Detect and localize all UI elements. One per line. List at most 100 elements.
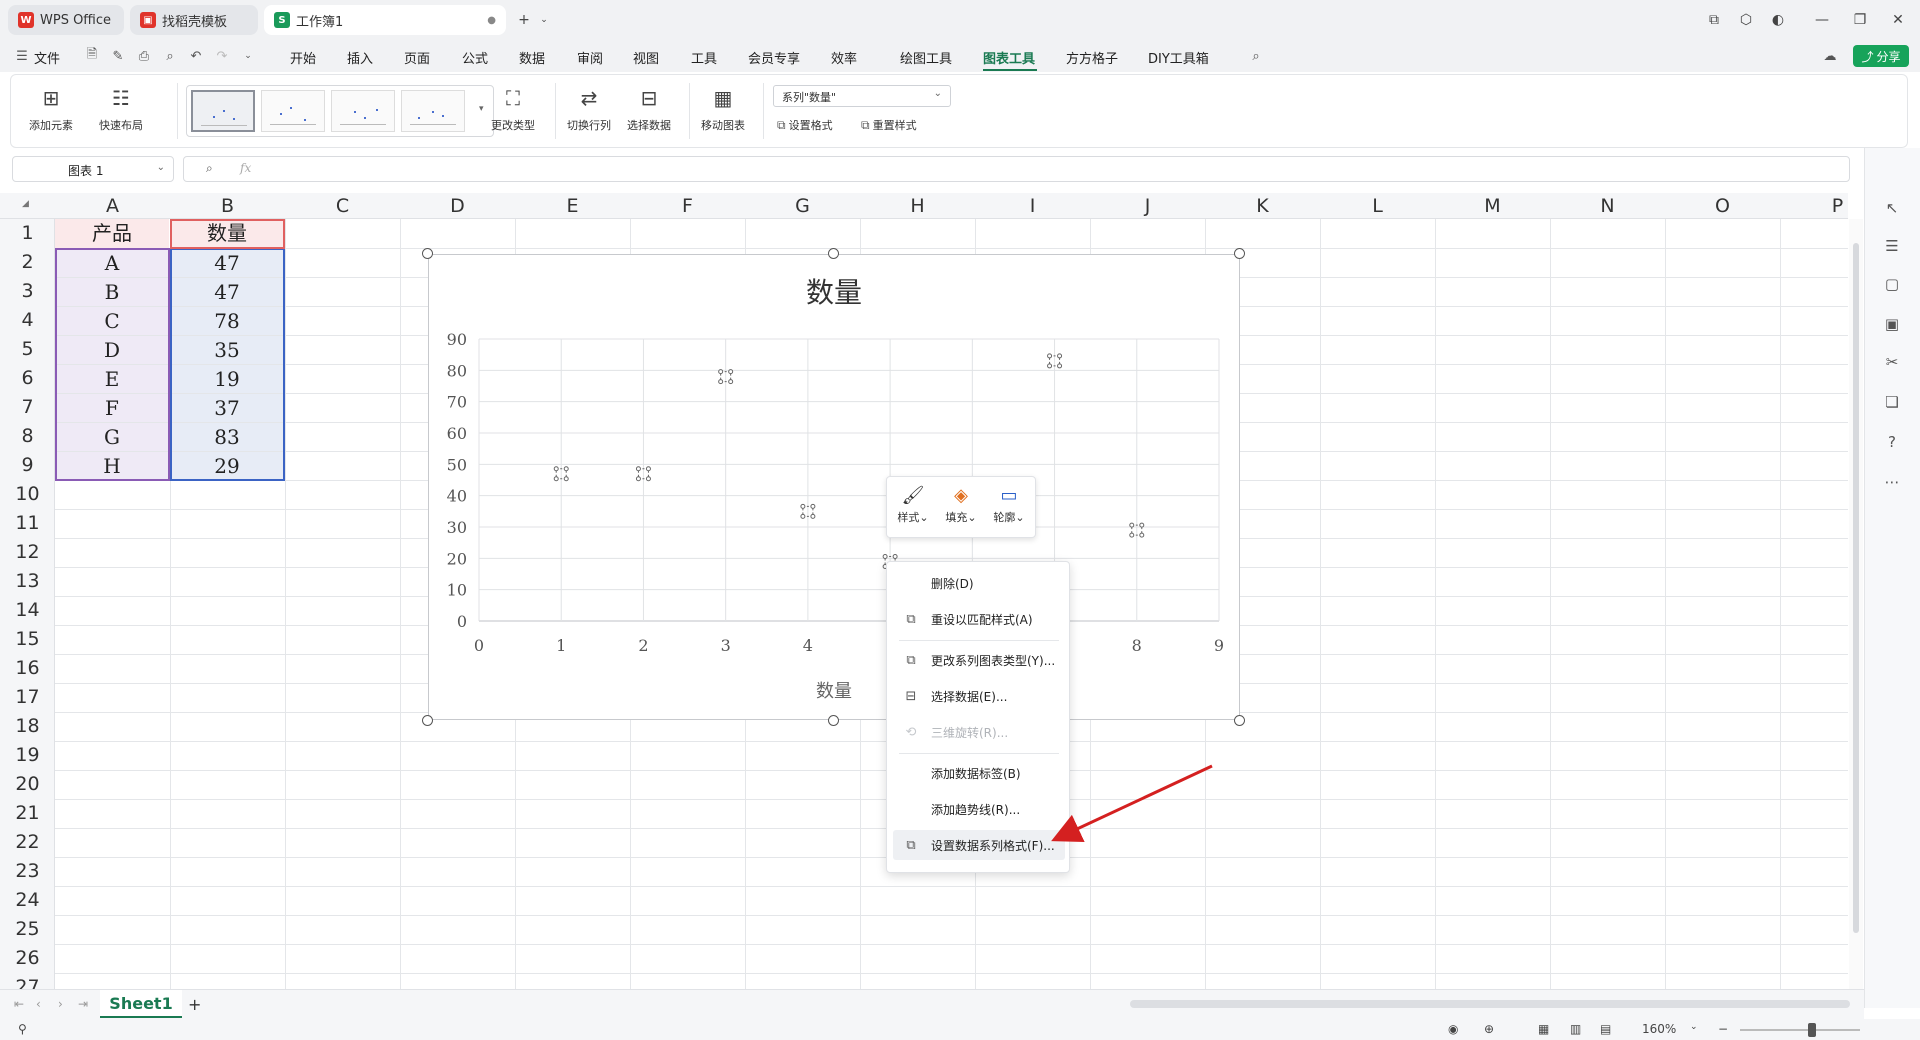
row-header[interactable]: 13: [0, 567, 54, 596]
menu-formula[interactable]: 公式: [462, 48, 488, 67]
tab-docer[interactable]: ▣ 找稻壳模板: [130, 5, 258, 35]
window-restore-icon[interactable]: ⧉: [1702, 8, 1726, 32]
column-header[interactable]: O: [1665, 193, 1780, 219]
row-header[interactable]: 7: [0, 393, 54, 422]
table-header-cell[interactable]: 产品: [55, 219, 169, 248]
column-header[interactable]: A: [55, 193, 170, 219]
close-icon[interactable]: ✕: [1886, 8, 1910, 32]
add-sheet-button[interactable]: +: [188, 995, 201, 1014]
cube-icon[interactable]: ⬡: [1734, 8, 1758, 32]
menu-member[interactable]: 会员专享: [748, 48, 800, 67]
data-point-handle[interactable]: [635, 466, 641, 472]
search-icon[interactable]: ⌕: [1248, 48, 1264, 64]
row-header[interactable]: 18: [0, 712, 54, 741]
data-point-handle[interactable]: [553, 466, 559, 472]
menu-item-format-data-series[interactable]: ⧉ 设置数据系列格式(F)...: [893, 830, 1065, 860]
scroll-thumb[interactable]: [1853, 243, 1859, 933]
row-header[interactable]: 5: [0, 335, 54, 364]
minimize-icon[interactable]: —: [1810, 8, 1834, 32]
avatar[interactable]: ◐: [1766, 8, 1790, 32]
redo-icon[interactable]: ↷: [214, 48, 230, 64]
menu-item-change-series-type[interactable]: ⧉ 更改系列图表类型(Y)...: [893, 645, 1065, 675]
tools-icon[interactable]: ✂: [1882, 352, 1902, 372]
data-point-handle[interactable]: [645, 466, 651, 472]
data-point-handle[interactable]: [728, 369, 734, 375]
row-header[interactable]: 20: [0, 770, 54, 799]
row-header[interactable]: 24: [0, 886, 54, 915]
name-box[interactable]: 图表 1 ⌄: [12, 156, 174, 182]
menu-file[interactable]: 文件: [34, 48, 60, 67]
menu-drawing-tools[interactable]: 绘图工具: [900, 48, 952, 67]
move-chart-button[interactable]: ▦ 移动图表: [701, 85, 745, 133]
row-header[interactable]: 9: [0, 451, 54, 480]
chart-style-thumb[interactable]: [401, 90, 465, 132]
data-point-handle[interactable]: [718, 369, 724, 375]
eye-icon[interactable]: ◉: [1448, 1022, 1458, 1036]
chart-style-thumb[interactable]: [261, 90, 325, 132]
data-point-handle[interactable]: [645, 476, 651, 482]
chart-plot-area[interactable]: 01020304050607080900123456789: [429, 255, 1241, 721]
row-header[interactable]: 10: [0, 480, 54, 509]
series-select[interactable]: 系列"数量" ⌄: [773, 85, 951, 107]
menu-item-select-data[interactable]: ⊟ 选择数据(E)...: [893, 681, 1065, 711]
row-header[interactable]: 11: [0, 509, 54, 538]
column-header[interactable]: M: [1435, 193, 1550, 219]
data-point-handle[interactable]: [563, 476, 569, 482]
chart-style-gallery[interactable]: ▾: [186, 85, 494, 137]
column-header[interactable]: K: [1205, 193, 1320, 219]
data-point-handle[interactable]: [553, 476, 559, 482]
data-point-handle[interactable]: [882, 553, 888, 559]
row-header[interactable]: 22: [0, 828, 54, 857]
row-header[interactable]: 1: [0, 219, 54, 248]
resize-handle[interactable]: [1234, 715, 1245, 726]
select-cursor-icon[interactable]: ↖: [1882, 198, 1902, 218]
tab-workbook[interactable]: S 工作簿1 ●: [264, 5, 506, 35]
menu-chart-tools[interactable]: 图表工具: [983, 48, 1035, 67]
comment-icon[interactable]: ▢: [1882, 274, 1902, 294]
row-header[interactable]: 17: [0, 683, 54, 712]
resize-handle[interactable]: [1234, 248, 1245, 259]
print-preview-icon[interactable]: ⌕: [162, 48, 178, 64]
menu-efficiency[interactable]: 效率: [831, 48, 857, 67]
change-type-button[interactable]: ⛶ 更改类型: [491, 85, 535, 133]
undo-icon[interactable]: ↶: [188, 48, 204, 64]
add-element-button[interactable]: ⊞ 添加元素: [29, 85, 73, 133]
last-sheet-icon[interactable]: ⇥: [78, 997, 88, 1011]
data-point-handle[interactable]: [1129, 522, 1135, 528]
menu-tools[interactable]: 工具: [691, 48, 717, 67]
page-view-icon[interactable]: ▥: [1570, 1022, 1581, 1036]
hamburger-icon[interactable]: ☰: [14, 48, 30, 64]
column-header[interactable]: D: [400, 193, 515, 219]
menu-diy-toolbox[interactable]: DIY工具箱: [1148, 48, 1209, 67]
row-header[interactable]: 4: [0, 306, 54, 335]
menu-insert[interactable]: 插入: [347, 48, 373, 67]
set-format-button[interactable]: ⧉ 设置格式: [777, 117, 833, 133]
reset-style-button[interactable]: ⧉ 重置样式: [861, 117, 917, 133]
row-header[interactable]: 2: [0, 248, 54, 277]
data-point-handle[interactable]: [728, 379, 734, 385]
zoom-slider-knob[interactable]: [1808, 1023, 1816, 1037]
data-point-handle[interactable]: [1139, 522, 1145, 528]
menu-item-reset-style[interactable]: ⧉ 重设以匹配样式(A): [893, 604, 1065, 634]
data-point-handle[interactable]: [1139, 532, 1145, 538]
style-button[interactable]: 🖌 样式⌄: [891, 485, 935, 525]
resize-handle[interactable]: [828, 248, 839, 259]
tab-close-icon[interactable]: ●: [487, 15, 496, 26]
data-point-handle[interactable]: [718, 379, 724, 385]
more-icon[interactable]: ⋯: [1882, 472, 1902, 492]
menu-home[interactable]: 开始: [290, 48, 316, 67]
formula-input[interactable]: ⌕ fx: [183, 156, 1850, 182]
chart-style-thumb[interactable]: [191, 90, 255, 132]
zoom-out-icon[interactable]: −: [1718, 1022, 1728, 1036]
data-point-handle[interactable]: [810, 513, 816, 519]
data-point-handle[interactable]: [1057, 363, 1063, 369]
pen-icon[interactable]: ✎: [110, 48, 126, 64]
menu-item-add-data-labels[interactable]: 添加数据标签(B): [893, 758, 1065, 788]
switch-row-col-button[interactable]: ⇄ 切换行列: [567, 85, 611, 133]
maximize-icon[interactable]: ❐: [1848, 8, 1872, 32]
cloud-icon[interactable]: ☁: [1822, 48, 1838, 64]
next-sheet-icon[interactable]: ›: [58, 997, 63, 1011]
data-point-handle[interactable]: [1047, 363, 1053, 369]
row-header[interactable]: 23: [0, 857, 54, 886]
row-header[interactable]: 14: [0, 596, 54, 625]
